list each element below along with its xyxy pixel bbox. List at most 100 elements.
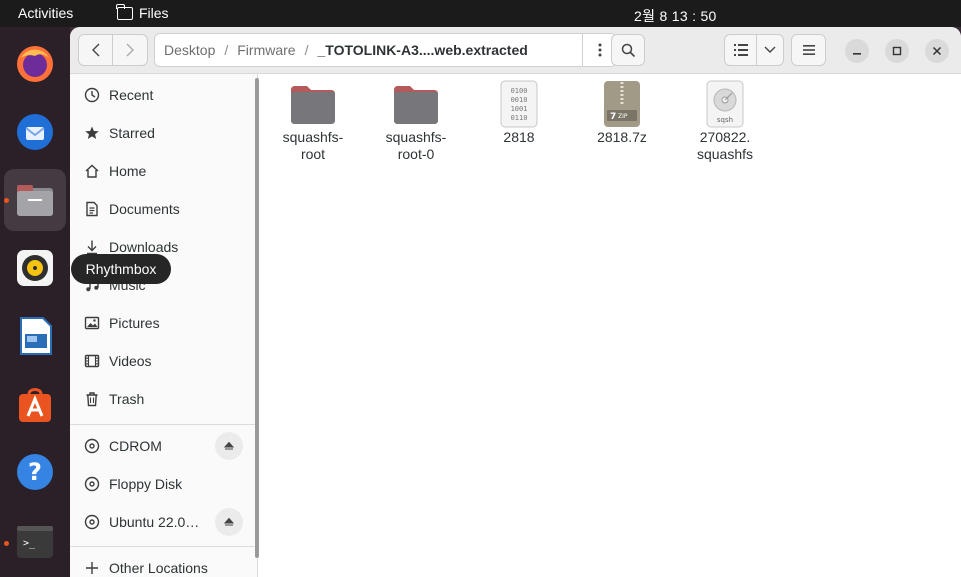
search-button[interactable]	[611, 34, 645, 66]
file-item[interactable]: sqsh 270822. squashfs	[680, 80, 770, 163]
sidebar-item-label: Ubuntu 22.0…	[109, 514, 200, 530]
svg-text:>_: >_	[23, 538, 36, 549]
file-item[interactable]: 0100 0010 1001 0110 2818	[474, 80, 564, 146]
dock-terminal[interactable]: >_	[4, 511, 66, 573]
minimize-icon	[853, 53, 861, 55]
sidebar-item-label: Recent	[109, 87, 154, 103]
file-item[interactable]: 7 ZIP 2818.7z	[577, 80, 667, 146]
terminal-icon: >_	[17, 526, 53, 558]
video-icon	[84, 353, 100, 369]
file-item[interactable]: squashfs- root-0	[371, 80, 461, 163]
firefox-icon	[17, 46, 53, 82]
download-icon	[84, 239, 100, 255]
folder-icon	[394, 86, 438, 124]
dock-files[interactable]	[4, 169, 66, 231]
rhythmbox-icon	[17, 250, 53, 286]
top-bar: Activities Files 2월 8 13 : 50	[0, 0, 961, 27]
back-button[interactable]	[79, 35, 114, 65]
sidebar-item-recent[interactable]: Recent	[70, 77, 256, 113]
sidebar-item-trash[interactable]: Trash	[70, 381, 256, 417]
sidebar-item-pictures[interactable]: Pictures	[70, 305, 256, 341]
plus-icon	[84, 560, 100, 576]
sidebar-divider	[70, 424, 256, 425]
document-icon	[84, 201, 100, 217]
breadcrumb-firmware[interactable]: Firmware	[237, 42, 295, 58]
eject-button[interactable]	[215, 508, 243, 536]
disk-image-icon: sqsh	[706, 80, 744, 128]
binary-glyph-line: 0010	[511, 96, 528, 104]
binary-glyph-line: 0100	[511, 87, 528, 95]
sidebar-item-documents[interactable]: Documents	[70, 191, 256, 227]
disk-image-glyph: sqsh	[717, 116, 733, 124]
app-menu-label: Files	[139, 5, 169, 21]
sidebar-item-ubuntu-disc[interactable]: Ubuntu 22.0…	[70, 504, 256, 540]
view-options-button[interactable]	[757, 35, 783, 65]
sidebar-item-cdrom[interactable]: CDROM	[70, 428, 256, 464]
close-button[interactable]	[925, 39, 949, 63]
file-name: 2818.7z	[597, 129, 647, 145]
clock[interactable]: 2월 8 13 : 50	[634, 6, 717, 26]
sidebar-item-videos[interactable]: Videos	[70, 343, 256, 379]
sidebar-item-label: Pictures	[109, 315, 160, 331]
dock-firefox[interactable]	[4, 33, 66, 95]
sidebar-item-label: Home	[109, 163, 147, 179]
files-window: Desktop / Firmware / _TOTOLINK-A3....web…	[70, 27, 961, 577]
sidebar-item-floppy-disk[interactable]: Floppy Disk	[70, 466, 256, 502]
disc-icon	[84, 438, 100, 454]
help-icon: ?	[17, 454, 53, 490]
svg-text:?: ?	[28, 458, 42, 486]
dock-rhythmbox[interactable]	[4, 237, 66, 299]
nav-buttons	[78, 34, 148, 66]
trash-icon	[84, 391, 100, 407]
running-indicator	[4, 541, 9, 546]
activities-button[interactable]: Activities	[18, 5, 73, 21]
sidebar-item-label: Trash	[109, 391, 145, 407]
sidebar-item-label: Documents	[109, 201, 180, 217]
folder-icon	[291, 86, 335, 124]
archive-glyph: ZIP	[618, 113, 628, 120]
dock-help[interactable]: ?	[4, 441, 66, 503]
sidebar-item-home[interactable]: Home	[70, 153, 256, 189]
breadcrumb-current[interactable]: _TOTOLINK-A3....web.extracted	[317, 42, 527, 58]
sidebar-item-other-locations[interactable]: Other Locations	[70, 550, 256, 577]
app-center-icon	[19, 388, 51, 422]
folder-icon	[116, 3, 133, 20]
svg-text:7: 7	[610, 112, 616, 122]
breadcrumb-separator: /	[304, 42, 309, 58]
list-view-button[interactable]	[725, 35, 758, 65]
dock-tooltip: Rhythmbox	[71, 254, 171, 284]
forward-button[interactable]	[113, 35, 147, 65]
path-bar[interactable]: Desktop / Firmware / _TOTOLINK-A3....web…	[154, 33, 617, 67]
libreoffice-writer-icon	[20, 317, 52, 355]
disc-icon	[84, 514, 100, 530]
sidebar-item-label: Other Locations	[109, 560, 208, 576]
eject-button[interactable]	[215, 432, 243, 460]
breadcrumb-desktop[interactable]: Desktop	[164, 42, 215, 58]
chevron-down-icon	[764, 46, 776, 53]
file-name: squashfs- root-0	[385, 129, 447, 162]
file-name: squashfs- root	[282, 129, 344, 162]
breadcrumb-separator: /	[224, 42, 229, 58]
file-item[interactable]: squashfs- root	[268, 80, 358, 163]
eject-icon	[224, 517, 234, 526]
main-menu-button[interactable]	[791, 34, 826, 66]
star-icon	[84, 125, 100, 141]
chevron-right-icon	[126, 43, 134, 57]
maximize-button[interactable]	[885, 39, 909, 63]
vertical-dots-icon	[598, 43, 601, 57]
app-menu[interactable]: Files	[116, 3, 169, 21]
sidebar-item-label: Downloads	[109, 239, 179, 255]
thunderbird-icon	[17, 114, 53, 150]
sidebar-item-starred[interactable]: Starred	[70, 115, 256, 151]
dock-thunderbird[interactable]	[4, 101, 66, 163]
running-indicator	[4, 198, 9, 203]
minimize-button[interactable]	[845, 39, 869, 63]
home-icon	[84, 163, 100, 179]
eject-icon	[224, 441, 234, 450]
dock-writer[interactable]	[4, 305, 66, 367]
list-view-icon	[733, 44, 748, 56]
close-icon	[932, 46, 942, 56]
binary-file-icon: 0100 0010 1001 0110	[500, 80, 538, 128]
sidebar-item-label: Starred	[109, 125, 155, 141]
dock-app-center[interactable]	[4, 373, 66, 435]
